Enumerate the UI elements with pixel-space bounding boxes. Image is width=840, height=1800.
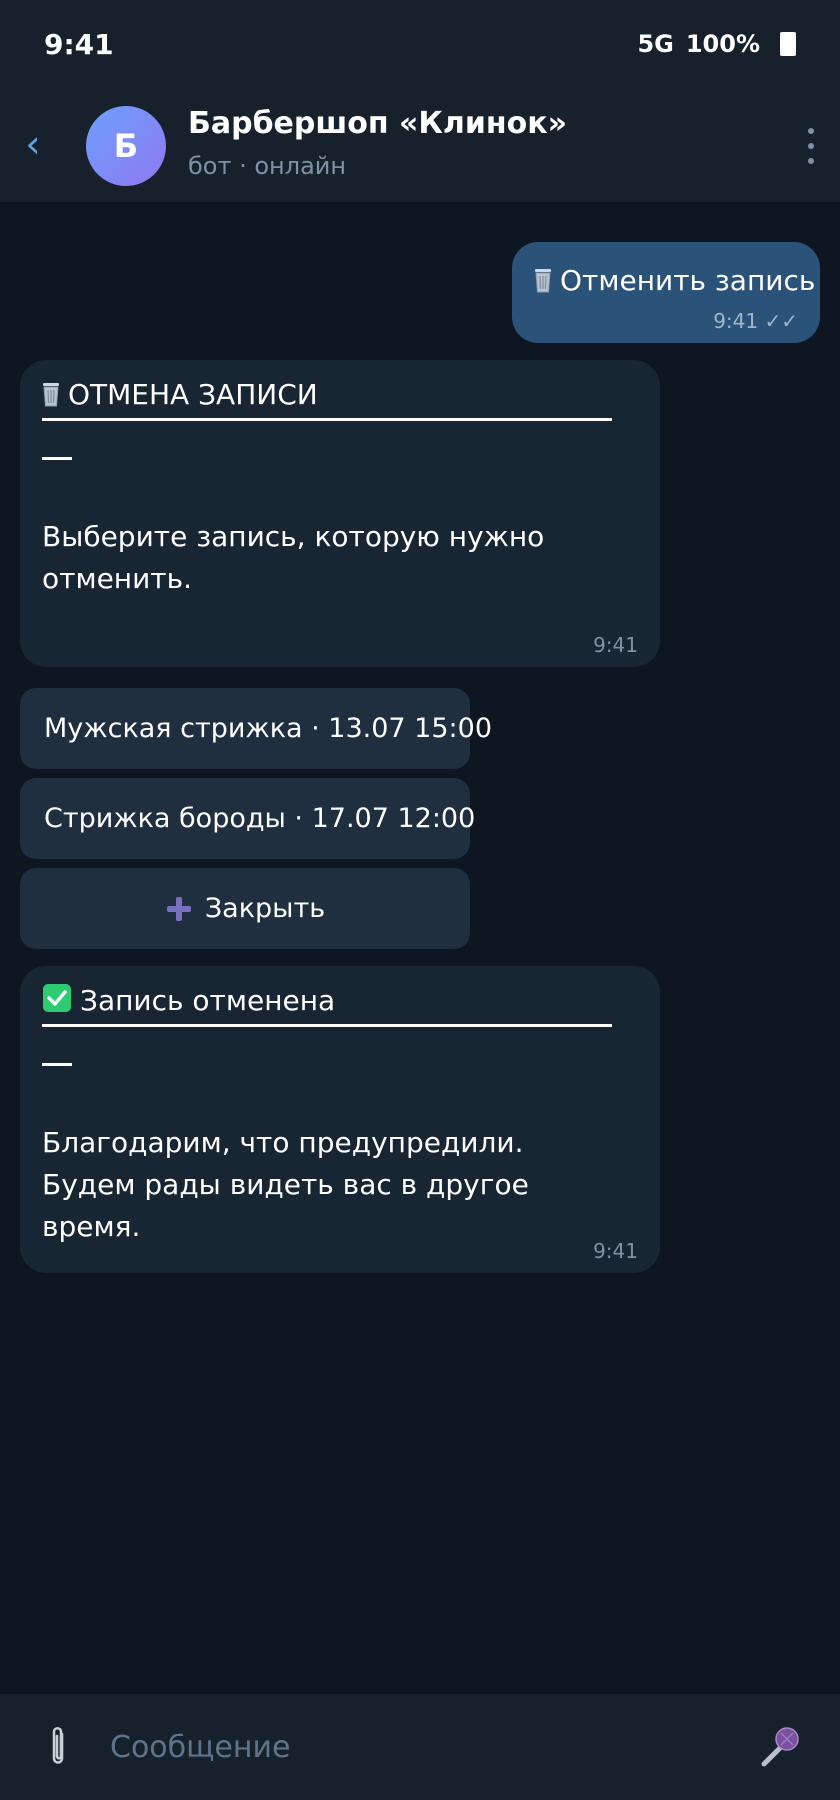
status-indicators: 5G 100% bbox=[637, 30, 796, 58]
chat-title[interactable]: Барбершоп «Клинок» bbox=[188, 106, 567, 141]
message-title: Запись отменена bbox=[42, 980, 636, 1022]
message-composer bbox=[0, 1694, 840, 1800]
message-title: ОТМЕНА ЗАПИСИ bbox=[42, 374, 636, 416]
read-status-icon: ✓✓ bbox=[764, 309, 798, 333]
message-time: 9:41 bbox=[593, 1239, 638, 1263]
outgoing-message-text: Отменить запись bbox=[534, 260, 815, 302]
message-body: Благодарим, что предупредили. Будем рады… bbox=[42, 1126, 529, 1243]
plus-icon bbox=[166, 896, 191, 921]
message-title-text: ОТМЕНА ЗАПИСИ bbox=[68, 378, 318, 411]
network-label: 5G bbox=[637, 30, 674, 58]
chat-status: бот · онлайн bbox=[188, 152, 347, 180]
message-title-text: Запись отменена bbox=[80, 984, 336, 1017]
message-meta: 9:41 ✓✓ bbox=[713, 309, 798, 333]
booking-button-haircut[interactable]: Мужская стрижка · 13.07 15:00 bbox=[20, 688, 492, 769]
incoming-message: ОТМЕНА ЗАПИСИ Выберите запись, которую н… bbox=[20, 360, 660, 667]
chevron-left-icon[interactable]: ‹ bbox=[18, 122, 48, 166]
message-time: 9:41 bbox=[593, 633, 638, 657]
outgoing-message: Отменить запись 9:41 ✓✓ bbox=[512, 242, 820, 343]
chat-header: ‹ Б Барбершоп «Клинок» бот · онлайн bbox=[0, 92, 840, 202]
divider bbox=[42, 1024, 612, 1027]
divider-dash bbox=[42, 457, 72, 460]
check-box-icon bbox=[43, 984, 71, 1012]
button-label: Мужская стрижка · 13.07 15:00 bbox=[44, 713, 492, 744]
outgoing-text: Отменить запись bbox=[560, 264, 816, 297]
booking-button-beard[interactable]: Стрижка бороды · 17.07 12:00 bbox=[20, 778, 475, 859]
battery-label: 100% bbox=[685, 30, 760, 58]
more-vertical-icon[interactable] bbox=[806, 128, 816, 164]
close-button[interactable]: Закрыть bbox=[20, 868, 470, 949]
status-time: 9:41 bbox=[44, 28, 114, 61]
button-label: Стрижка бороды · 17.07 12:00 bbox=[44, 803, 476, 834]
message-time: 9:41 bbox=[713, 309, 759, 333]
microphone-icon[interactable] bbox=[756, 1722, 804, 1770]
divider-dash bbox=[42, 1063, 72, 1066]
wastebasket-icon bbox=[535, 269, 551, 293]
wastebasket-icon bbox=[43, 383, 59, 407]
button-label: Закрыть bbox=[204, 893, 326, 924]
paperclip-icon[interactable] bbox=[40, 1724, 76, 1772]
battery-icon bbox=[780, 32, 796, 56]
divider bbox=[42, 418, 612, 421]
message-input[interactable] bbox=[110, 1722, 710, 1772]
message-body: Выберите запись, которую нужно отменить. bbox=[42, 520, 545, 595]
status-bar: 9:41 5G 100% bbox=[0, 0, 840, 92]
avatar[interactable]: Б bbox=[86, 106, 166, 186]
incoming-message: Запись отменена Благодарим, что предупре… bbox=[20, 966, 660, 1273]
